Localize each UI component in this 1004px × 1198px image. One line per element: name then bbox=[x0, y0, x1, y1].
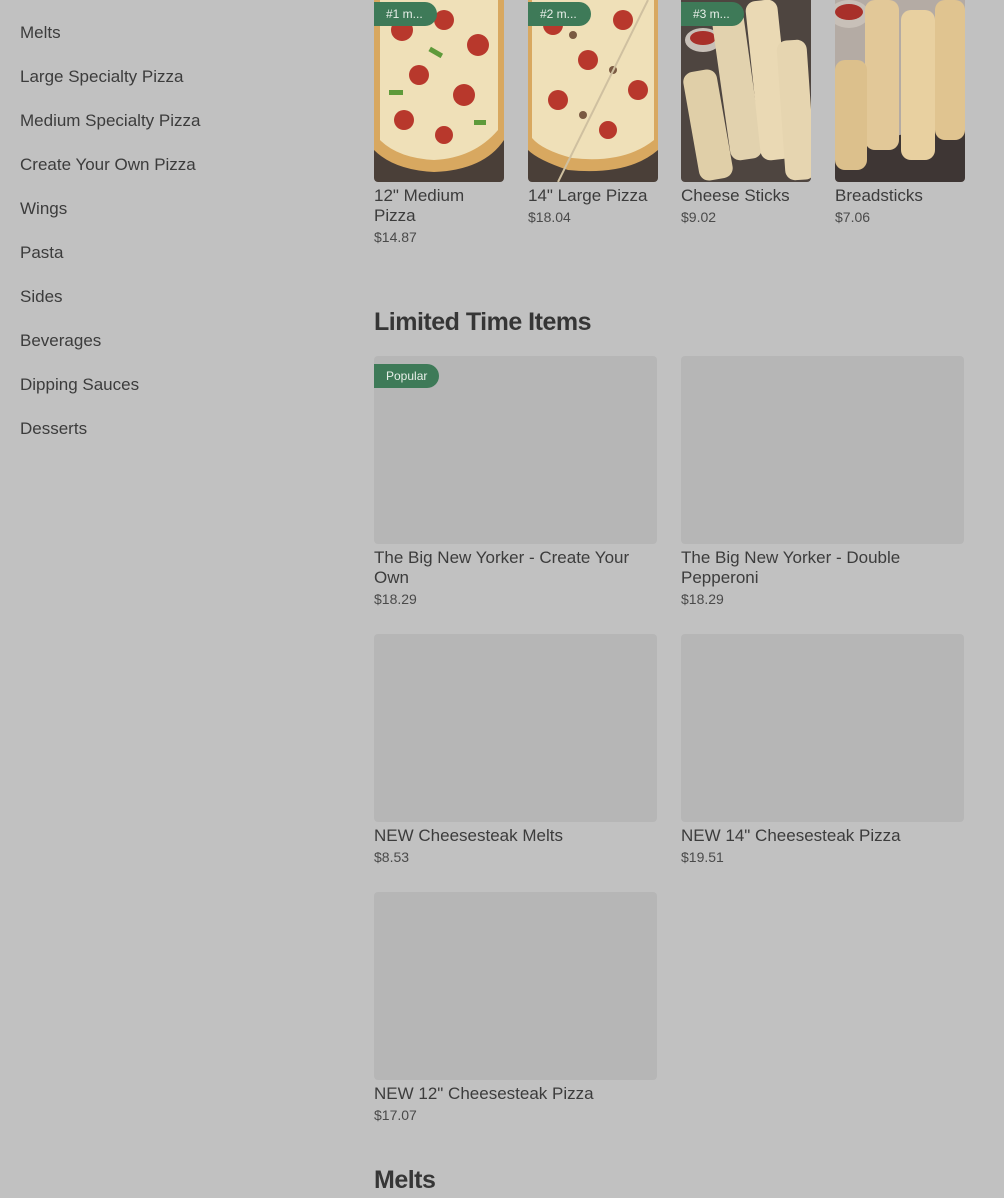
rank-badge: #2 m... bbox=[528, 2, 591, 26]
popular-item-card[interactable]: Breadsticks $7.06 bbox=[835, 0, 965, 225]
item-price: $18.29 bbox=[374, 591, 417, 607]
pizza-image[interactable]: #1 m... bbox=[374, 0, 504, 182]
item-price: $8.53 bbox=[374, 849, 410, 865]
item-price: $9.02 bbox=[681, 209, 717, 225]
item-image-placeholder[interactable]: Popular bbox=[374, 356, 657, 544]
item-name[interactable]: The Big New Yorker - Create Your Own bbox=[374, 548, 657, 588]
pizza-image[interactable]: #2 m... bbox=[528, 0, 658, 182]
menu-item-card[interactable]: NEW 12" Cheesesteak Pizza $17.07 bbox=[374, 892, 657, 1123]
sidebar-item-pasta[interactable]: Pasta bbox=[20, 242, 340, 286]
item-name[interactable]: NEW 14" Cheesesteak Pizza bbox=[681, 826, 964, 846]
item-price: $7.06 bbox=[835, 209, 871, 225]
breadsticks-image[interactable] bbox=[835, 0, 965, 182]
item-price: $14.87 bbox=[374, 229, 417, 245]
sidebar-item-medium-specialty-pizza[interactable]: Medium Specialty Pizza bbox=[20, 110, 340, 154]
item-name[interactable]: Cheese Sticks bbox=[681, 186, 811, 206]
sidebar-item-large-specialty-pizza[interactable]: Large Specialty Pizza bbox=[20, 66, 340, 110]
item-image-placeholder[interactable] bbox=[374, 634, 657, 822]
sidebar-item-sides[interactable]: Sides bbox=[20, 286, 340, 330]
popular-item-card[interactable]: #3 m... Cheese Sticks $9.02 bbox=[681, 0, 811, 225]
section-title-limited-time-items: Limited Time Items bbox=[374, 308, 592, 336]
item-price: $18.29 bbox=[681, 591, 724, 607]
item-name[interactable]: The Big New Yorker - Double Pepperoni bbox=[681, 548, 964, 588]
item-image-placeholder[interactable] bbox=[374, 892, 657, 1080]
menu-main: #1 m... 12" Medium Pizza $14.87 #2 m... … bbox=[374, 0, 965, 1194]
sidebar-item-wings[interactable]: Wings bbox=[20, 198, 340, 242]
item-name[interactable]: Breadsticks bbox=[835, 186, 965, 206]
sidebar-item-desserts[interactable]: Desserts bbox=[20, 418, 340, 462]
section-title-melts: Melts bbox=[374, 1166, 436, 1194]
item-name[interactable]: 12" Medium Pizza bbox=[374, 186, 504, 226]
menu-item-card[interactable]: NEW Cheesesteak Melts $8.53 bbox=[374, 634, 657, 865]
rank-badge: #3 m... bbox=[681, 2, 744, 26]
item-image-placeholder[interactable] bbox=[681, 356, 964, 544]
menu-item-card[interactable]: The Big New Yorker - Double Pepperoni $1… bbox=[681, 356, 964, 607]
item-name[interactable]: NEW Cheesesteak Melts bbox=[374, 826, 657, 846]
sidebar-item-dipping-sauces[interactable]: Dipping Sauces bbox=[20, 374, 340, 418]
item-name[interactable]: 14" Large Pizza bbox=[528, 186, 658, 206]
item-image-placeholder[interactable] bbox=[681, 634, 964, 822]
menu-item-card[interactable]: NEW 14" Cheesesteak Pizza $19.51 bbox=[681, 634, 964, 865]
item-price: $17.07 bbox=[374, 1107, 417, 1123]
item-name[interactable]: NEW 12" Cheesesteak Pizza bbox=[374, 1084, 657, 1104]
item-price: $19.51 bbox=[681, 849, 724, 865]
popular-item-card[interactable]: #2 m... 14" Large Pizza $18.04 bbox=[528, 0, 658, 225]
item-price: $18.04 bbox=[528, 209, 571, 225]
popular-badge: Popular bbox=[374, 364, 440, 388]
category-sidebar: Melts Large Specialty Pizza Medium Speci… bbox=[20, 22, 340, 462]
menu-item-card[interactable]: Popular The Big New Yorker - Create Your… bbox=[374, 356, 657, 607]
rank-badge: #1 m... bbox=[374, 2, 437, 26]
sidebar-item-create-your-own-pizza[interactable]: Create Your Own Pizza bbox=[20, 154, 340, 198]
popular-items-carousel: #1 m... 12" Medium Pizza $14.87 #2 m... … bbox=[374, 0, 965, 260]
sidebar-item-melts[interactable]: Melts bbox=[20, 22, 340, 66]
cheese-sticks-image[interactable]: #3 m... bbox=[681, 0, 811, 182]
sidebar-item-beverages[interactable]: Beverages bbox=[20, 330, 340, 374]
popular-item-card[interactable]: #1 m... 12" Medium Pizza $14.87 bbox=[374, 0, 504, 245]
